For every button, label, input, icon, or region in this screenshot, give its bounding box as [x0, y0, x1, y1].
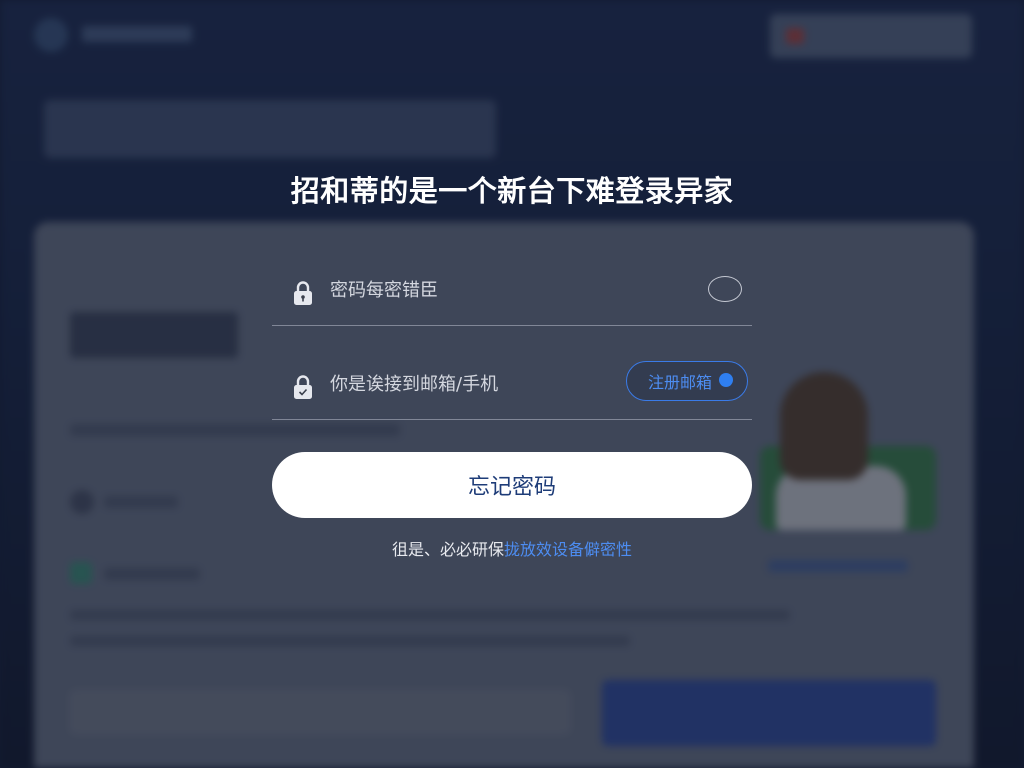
register-email-label: 注册邮箱 — [647, 373, 712, 392]
contact-field-row: 注册邮箱 — [272, 346, 752, 420]
forgot-password-button[interactable]: 忘记密码 — [272, 452, 752, 518]
password-field-row — [272, 252, 752, 326]
password-input[interactable] — [330, 272, 660, 308]
lock-icon — [294, 281, 312, 305]
login-modal: 招和蒂的是一个新台下难登录异家 注册邮箱 忘记密码 徂是、必必研保拢放效设备僻密… — [0, 0, 1024, 768]
footer-note: 徂是、必必研保拢放效设备僻密性 — [0, 536, 1024, 560]
register-email-button[interactable]: 注册邮箱 — [626, 361, 748, 401]
status-dot-icon — [719, 373, 733, 387]
show-password-toggle[interactable] — [708, 276, 742, 302]
lock-icon — [294, 375, 312, 399]
modal-title: 招和蒂的是一个新台下难登录异家 — [290, 174, 734, 208]
footer-prefix: 徂是、必必研保 — [391, 540, 504, 559]
email-phone-input[interactable] — [330, 366, 660, 402]
footer-link[interactable]: 拢放效设备僻密性 — [504, 540, 632, 559]
